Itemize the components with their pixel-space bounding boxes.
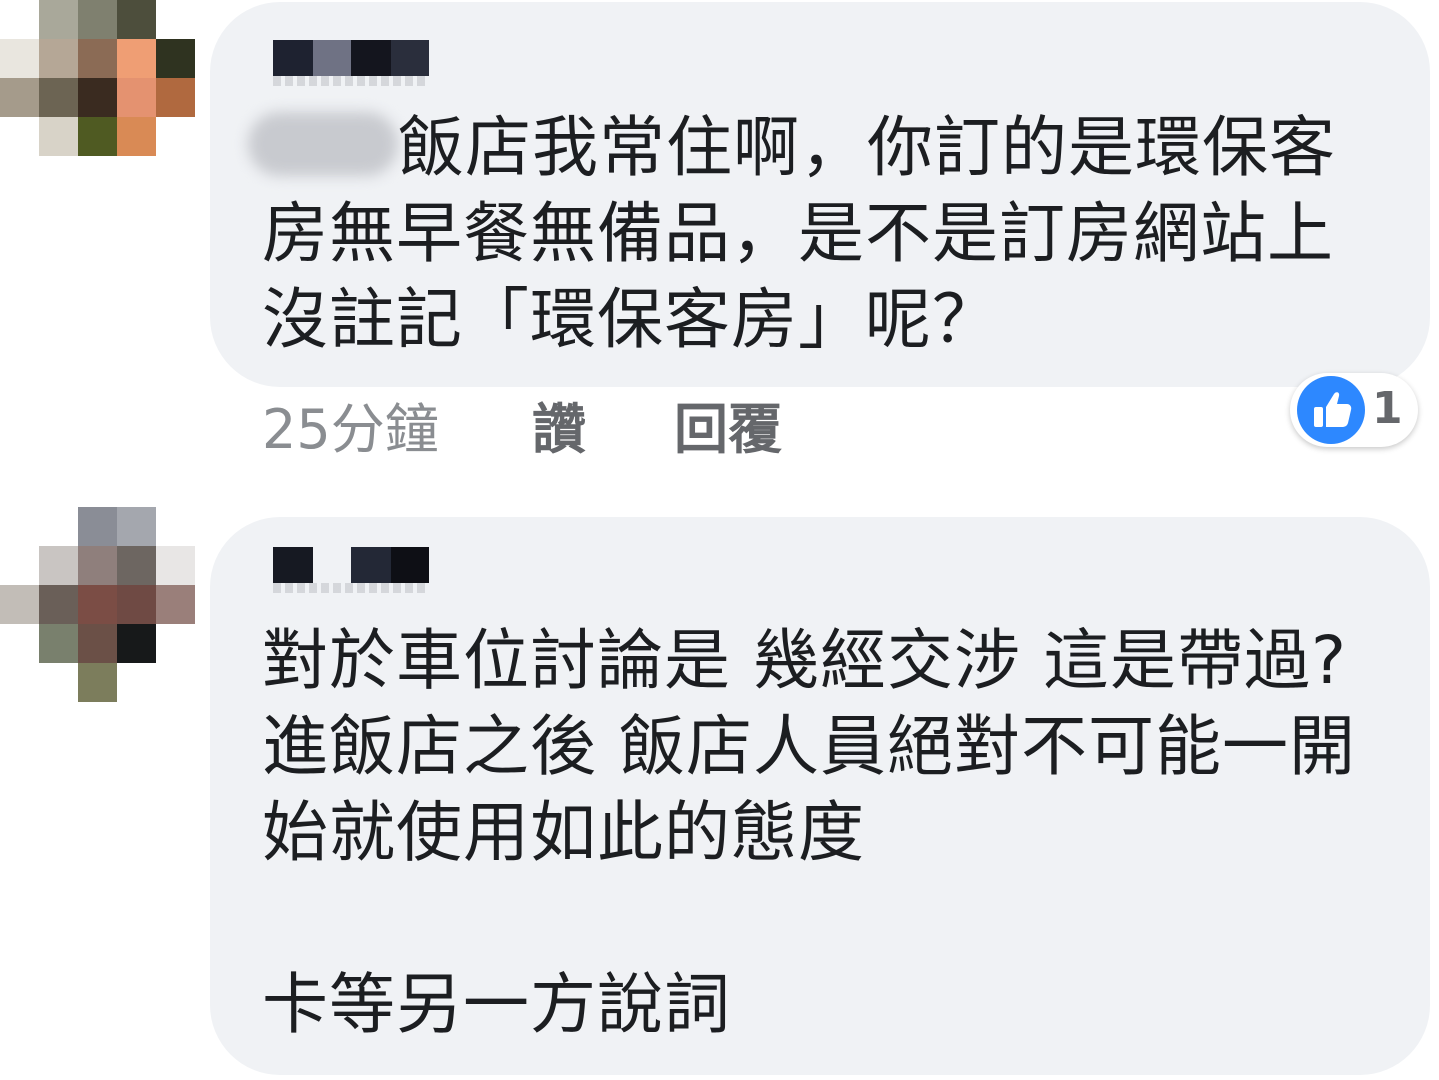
comment-text: 對於車位討論是 幾經交涉 這是帶過? 進飯店之後 飯店人員絕對不可能一開 始就使… <box>262 622 1356 1043</box>
avatar[interactable] <box>0 507 195 702</box>
comment-bubble: 飯店我常住啊，你訂的是環保客 房無早餐無備品，是不是訂房網站上 沒註記「環保客房… <box>210 2 1430 387</box>
comment-actions: 25分鐘 <box>262 395 439 465</box>
avatar[interactable] <box>0 0 195 156</box>
comment-bubble: 對於車位討論是 幾經交涉 這是帶過? 進飯店之後 飯店人員絕對不可能一開 始就使… <box>210 517 1430 1075</box>
like-button[interactable]: 讚 <box>532 395 586 465</box>
author-name-redacted[interactable] <box>273 547 433 593</box>
timestamp[interactable]: 25分鐘 <box>262 398 439 461</box>
reaction-summary[interactable]: 1 <box>1290 373 1418 447</box>
reaction-count: 1 <box>1372 383 1403 434</box>
author-name-redacted[interactable] <box>273 40 433 86</box>
comment-text: 飯店我常住啊，你訂的是環保客 房無早餐無備品，是不是訂房網站上 沒註記「環保客房… <box>262 109 1336 358</box>
comment-thread: 飯店我常住啊，你訂的是環保客 房無早餐無備品，是不是訂房網站上 沒註記「環保客房… <box>0 0 1439 1080</box>
reply-button[interactable]: 回覆 <box>674 395 782 465</box>
thumbs-up-icon <box>1297 376 1365 444</box>
